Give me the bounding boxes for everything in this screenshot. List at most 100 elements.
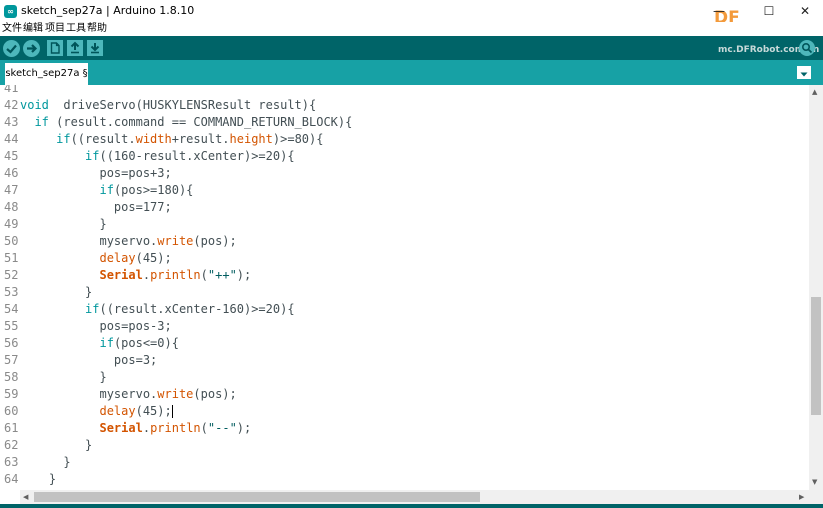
code-text: myservo.write(pos); <box>20 233 237 250</box>
tab-menu-button[interactable] <box>797 66 811 79</box>
upload-icon[interactable] <box>23 40 40 57</box>
code-token: if <box>99 183 114 197</box>
code-token: if <box>99 336 114 350</box>
code-token: )>=80){ <box>272 132 324 146</box>
code-token: println <box>150 268 201 282</box>
code-token: if <box>85 149 100 163</box>
code-token: if <box>56 132 71 146</box>
code-text: if((160-result.xCenter)>=20){ <box>20 148 295 165</box>
vertical-scroll-thumb[interactable] <box>811 297 821 415</box>
line-number: 41 <box>4 85 19 95</box>
close-button[interactable]: ✕ <box>790 2 820 20</box>
verify-icon[interactable] <box>3 40 20 57</box>
code-token: ); <box>236 421 252 435</box>
open-icon[interactable] <box>67 40 83 56</box>
scroll-up-icon[interactable]: ▲ <box>812 88 817 96</box>
scroll-left-icon[interactable]: ◀ <box>23 493 28 501</box>
title-bar: ∞ sketch_sep27a | Arduino 1.8.10 DF — ☐ … <box>0 0 823 28</box>
vertical-scrollbar[interactable]: ▲ ▼ <box>809 85 823 490</box>
code-token: } <box>20 285 93 299</box>
code-text: if(pos>=180){ <box>20 182 193 199</box>
maximize-button[interactable]: ☐ <box>754 2 784 20</box>
code-token: (pos); <box>193 387 237 401</box>
code-token: ((160-result.xCenter)>=20){ <box>99 149 295 163</box>
code-token: . <box>142 268 151 282</box>
code-text: if((result.xCenter-160)>=20){ <box>20 301 295 318</box>
tab-sketch[interactable]: sketch_sep27a § <box>5 63 88 85</box>
code-token: println <box>150 421 201 435</box>
code-text: if((result.width+result.height)>=80){ <box>20 131 323 148</box>
chevron-down-icon <box>800 72 808 77</box>
code-token: width <box>135 132 172 146</box>
code-text: delay(45); <box>20 403 173 420</box>
code-editor[interactable]: 41 42 void driveServo(HUSKYLENSResult resu… <box>0 85 809 490</box>
code-token: driveServo(HUSKYLENSResult result){ <box>48 98 317 112</box>
code-text: } <box>20 471 56 488</box>
code-token: if <box>34 115 49 129</box>
menu-file[interactable]: 文件 <box>2 22 22 36</box>
code-token: } <box>20 438 93 452</box>
code-token: (pos>=180){ <box>113 183 194 197</box>
code-token: +result. <box>171 132 230 146</box>
menu-edit[interactable]: 编辑 <box>23 22 43 36</box>
code-token: } <box>20 217 107 231</box>
code-token: delay <box>99 251 136 265</box>
serial-monitor-icon[interactable] <box>799 40 815 56</box>
code-token: if <box>85 302 100 316</box>
code-token: myservo. <box>20 387 158 401</box>
code-text: if (result.command == COMMAND_RETURN_BLO… <box>20 114 352 131</box>
code-text: pos=177; <box>20 199 172 216</box>
code-token: myservo. <box>20 234 158 248</box>
code-token: delay <box>99 404 136 418</box>
code-text: if(pos<=0){ <box>20 335 178 352</box>
code-token: (45); <box>135 404 172 418</box>
code-text: Serial.println("--"); <box>20 420 251 437</box>
code-token: pos=pos+3; <box>20 166 172 180</box>
window-title: sketch_sep27a | Arduino 1.8.10 <box>21 4 195 17</box>
menu-sketch[interactable]: 项目 <box>45 22 65 36</box>
code-text: void driveServo(HUSKYLENSResult result){ <box>20 97 316 114</box>
code-token: pos=177; <box>20 200 172 214</box>
save-icon[interactable] <box>87 40 103 56</box>
code-text: delay(45); <box>20 250 171 267</box>
code-text: myservo.write(pos); <box>20 386 237 403</box>
scroll-right-icon[interactable]: ▶ <box>799 493 804 501</box>
code-text: } <box>20 454 70 471</box>
code-text: pos=pos-3; <box>20 318 171 335</box>
code-text: } <box>20 284 92 301</box>
horizontal-scroll-thumb[interactable] <box>34 492 480 502</box>
code-token: pos=3; <box>20 353 158 367</box>
menu-help[interactable]: 帮助 <box>87 22 107 36</box>
code-token: (pos); <box>193 234 237 248</box>
text-cursor <box>171 405 173 418</box>
horizontal-scrollbar[interactable]: ◀ ▶ <box>20 490 809 504</box>
code-token: (result.command == COMMAND_RETURN_BLOCK)… <box>48 115 353 129</box>
new-icon[interactable] <box>47 40 63 56</box>
scroll-down-icon[interactable]: ▼ <box>812 478 817 486</box>
code-token: ); <box>236 268 252 282</box>
tab-bar: sketch_sep27a § <box>0 60 823 85</box>
code-text: pos=3; <box>20 352 157 369</box>
code-token: ( <box>200 421 208 435</box>
code-token: write <box>157 234 194 248</box>
code-token: . <box>142 421 151 435</box>
minimize-button[interactable]: — <box>704 2 734 20</box>
toolbar: mc.DFRobot.com.cn <box>0 36 823 60</box>
code-token: height <box>229 132 273 146</box>
code-token: ( <box>200 268 208 282</box>
code-token: write <box>157 387 194 401</box>
code-text: } <box>20 369 106 386</box>
code-token: ((result.xCenter-160)>=20){ <box>99 302 295 316</box>
code-token: "--" <box>207 421 237 435</box>
code-token: Serial <box>99 421 143 435</box>
menu-tools[interactable]: 工具 <box>66 22 86 36</box>
arduino-icon: ∞ <box>4 5 17 18</box>
